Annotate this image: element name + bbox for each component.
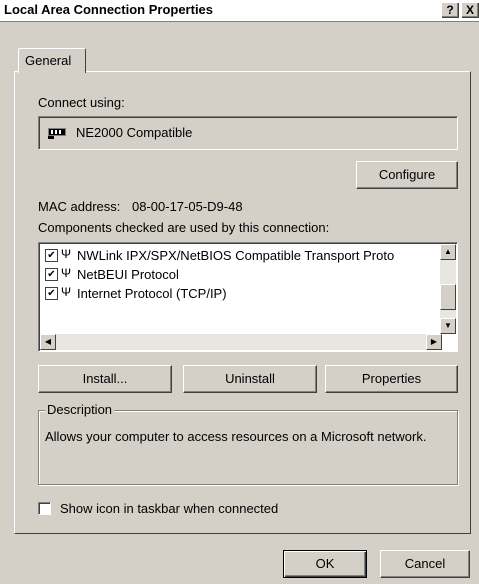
network-protocol-icon: Ψ — [61, 266, 72, 280]
description-group: Description Allows your computer to acce… — [38, 402, 458, 485]
ok-button[interactable]: OK — [283, 550, 367, 578]
arrow-down-icon: ▼ — [444, 321, 452, 330]
scroll-right-button[interactable]: ▶ — [426, 334, 442, 350]
vertical-scrollbar[interactable]: ▲ ▼ — [440, 244, 456, 334]
uninstall-button[interactable]: Uninstall — [183, 365, 317, 393]
close-icon: X — [465, 3, 474, 17]
description-title: Description — [45, 402, 115, 417]
help-icon: ? — [446, 3, 454, 17]
properties-dialog: Local Area Connection Properties ? X Gen… — [0, 0, 479, 584]
scroll-down-button[interactable]: ▼ — [440, 318, 456, 334]
list-item-label: Internet Protocol (TCP/IP) — [77, 286, 227, 301]
adapter-name: NE2000 Compatible — [76, 125, 193, 140]
adapter-field: NE2000 Compatible — [38, 116, 458, 150]
description-text: Allows your computer to access resources… — [45, 429, 427, 444]
show-icon-label[interactable]: Show icon in taskbar when connected — [60, 501, 278, 516]
install-button[interactable]: Install... — [38, 365, 172, 393]
arrow-left-icon: ◀ — [44, 337, 52, 346]
item-checkbox[interactable]: ✔ — [45, 287, 58, 300]
configure-button[interactable]: Configure — [356, 161, 458, 189]
install-button-label: Install... — [82, 371, 128, 386]
uninstall-button-label: Uninstall — [225, 371, 275, 386]
mac-value: 08-00-17-05-D9-48 — [132, 199, 243, 214]
window-title: Local Area Connection Properties — [4, 2, 214, 17]
scroll-up-button[interactable]: ▲ — [440, 244, 456, 260]
title-bar: Local Area Connection Properties ? X — [0, 0, 479, 22]
list-item-label: NetBEUI Protocol — [77, 267, 179, 282]
tab-general[interactable]: General — [18, 48, 86, 73]
network-protocol-icon: Ψ — [61, 285, 72, 299]
item-checkbox[interactable]: ✔ — [45, 268, 58, 281]
properties-button[interactable]: Properties — [325, 365, 458, 393]
close-button[interactable]: X — [461, 2, 479, 18]
components-label: Components checked are used by this conn… — [38, 220, 330, 235]
arrow-up-icon: ▲ — [444, 247, 452, 256]
network-protocol-icon: Ψ — [61, 247, 72, 261]
connect-using-label: Connect using: — [38, 95, 125, 110]
item-checkbox[interactable]: ✔ — [45, 249, 58, 262]
network-card-icon — [48, 128, 66, 139]
properties-button-label: Properties — [361, 371, 422, 386]
show-icon-checkbox[interactable] — [38, 502, 51, 515]
components-list[interactable]: ✔ Ψ NWLink IPX/SPX/NetBIOS Compatible Tr… — [38, 242, 458, 352]
help-button[interactable]: ? — [441, 2, 459, 18]
cancel-button-label: Cancel — [404, 556, 446, 571]
scroll-thumb[interactable] — [440, 284, 456, 310]
scroll-left-button[interactable]: ◀ — [40, 334, 56, 350]
configure-button-label: Configure — [378, 167, 436, 182]
mac-label: MAC address: — [38, 199, 121, 214]
arrow-right-icon: ▶ — [430, 337, 438, 346]
list-item-label: NWLink IPX/SPX/NetBIOS Compatible Transp… — [77, 248, 395, 263]
ok-button-label: OK — [315, 556, 335, 571]
cancel-button[interactable]: Cancel — [380, 550, 470, 578]
horizontal-scrollbar[interactable]: ◀ ▶ — [40, 334, 442, 350]
tab-general-label: General — [25, 53, 72, 68]
